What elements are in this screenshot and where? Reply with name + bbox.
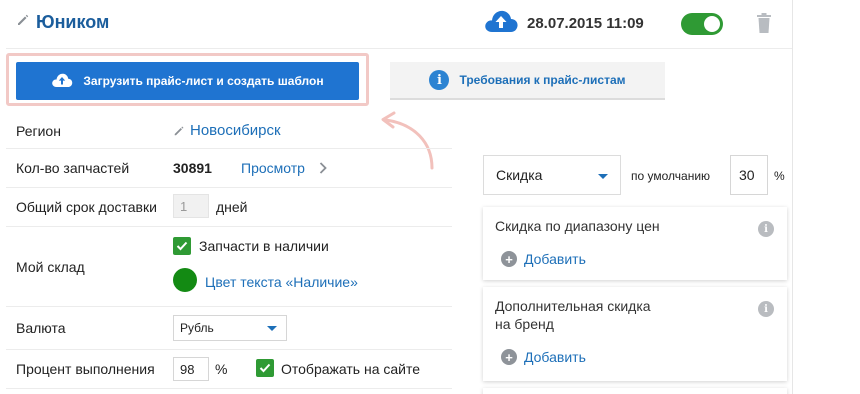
pricelist-requirements-label: Требования к прайс-листам [459, 73, 626, 87]
upload-datetime: 28.07.2015 11:09 [527, 15, 644, 32]
caret-down-icon [598, 174, 608, 179]
cloud-upload-icon [51, 72, 73, 91]
card-title-line1: Дополнительная скидка [495, 298, 651, 314]
trash-icon[interactable] [756, 12, 772, 39]
completion-value: 98 [180, 361, 195, 377]
row-divider [6, 187, 452, 188]
upload-pricelist-label: Загрузить прайс-лист и создать шаблон [83, 74, 324, 88]
card-title-line2: на бренд [495, 316, 554, 332]
discount-unit: % [774, 169, 785, 183]
info-icon[interactable]: i [758, 301, 774, 317]
add-brand-discount-button[interactable]: + Добавить [501, 349, 586, 365]
default-discount-value: 30 [739, 167, 755, 183]
caret-down-icon [267, 326, 277, 331]
delivery-days-value: 1 [180, 198, 188, 214]
plus-circle-icon: + [501, 349, 517, 365]
region-label: Регион [16, 123, 61, 139]
page-title: Юником [36, 12, 110, 32]
stock-color-swatch[interactable] [173, 268, 197, 292]
discount-type-value: Скидка [496, 167, 543, 183]
card-title: Скидка по диапазону цен [495, 218, 660, 234]
delivery-label: Общий срок доставки [16, 199, 157, 215]
default-label: по умолчанию [631, 169, 711, 183]
show-on-site-checkbox[interactable] [256, 359, 274, 377]
next-card-partial [483, 388, 787, 394]
header-title-group: Юником [16, 12, 109, 33]
region-link[interactable]: Новосибирск [190, 122, 281, 139]
parts-count-value: 30891 [173, 160, 212, 176]
currency-select[interactable]: Рубль [173, 315, 287, 341]
in-stock-checkbox[interactable] [173, 237, 191, 255]
upload-pricelist-button[interactable]: Загрузить прайс-лист и создать шаблон [16, 62, 359, 100]
last-upload-info: 28.07.2015 11:09 [483, 8, 644, 39]
brand-discount-card: Дополнительная скидка на бренд i + Добав… [483, 287, 787, 381]
currency-label: Валюта [16, 320, 66, 336]
plus-circle-icon: + [501, 251, 517, 267]
in-stock-label: Запчасти в наличии [199, 238, 329, 254]
price-range-discount-card: Скидка по диапазону цен i + Добавить [483, 207, 787, 280]
completion-unit: % [215, 361, 228, 377]
pricelist-requirements-button[interactable]: i Требования к прайс-листам [390, 62, 665, 100]
pencil-icon[interactable] [16, 13, 30, 32]
pencil-icon [173, 124, 185, 142]
info-icon[interactable]: i [758, 221, 774, 237]
discount-type-select[interactable]: Скидка [483, 155, 621, 195]
completion-input[interactable]: 98 [173, 357, 209, 381]
curved-arrow-icon [374, 106, 438, 177]
default-discount-input[interactable]: 30 [730, 155, 768, 195]
toggle-knob [704, 16, 720, 32]
header-divider [6, 48, 792, 49]
chevron-right-icon[interactable] [318, 161, 328, 180]
row-divider [6, 148, 452, 149]
parts-count-label: Кол-во запчастей [16, 160, 130, 176]
stock-color-link[interactable]: Цвет текста «Наличие» [205, 274, 358, 290]
delivery-days-input: 1 [173, 194, 209, 218]
show-on-site-label: Отображать на сайте [281, 361, 421, 377]
active-toggle[interactable] [681, 13, 723, 35]
view-parts-link[interactable]: Просмотр [241, 160, 305, 176]
currency-value: Рубль [180, 321, 214, 335]
row-divider [6, 349, 452, 350]
row-divider [6, 306, 452, 307]
add-price-range-button[interactable]: + Добавить [501, 251, 586, 267]
completion-label: Процент выполнения [16, 361, 155, 377]
row-divider [6, 388, 452, 389]
delivery-unit: дней [216, 199, 248, 215]
panel-right-border [792, 0, 793, 394]
row-divider [6, 226, 452, 227]
add-label: Добавить [524, 251, 586, 267]
cloud-upload-icon [483, 8, 519, 39]
add-label: Добавить [524, 349, 586, 365]
warehouse-label: Мой склад [16, 259, 85, 275]
info-icon: i [429, 70, 450, 90]
